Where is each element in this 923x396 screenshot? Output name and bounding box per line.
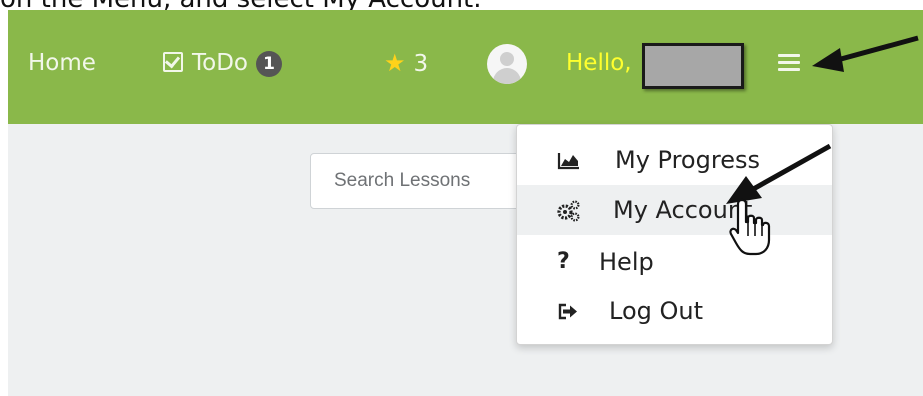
menu-item-log-out[interactable]: Log Out [517,286,832,336]
checkbox-icon [163,52,183,72]
hello-greeting: Hello, [566,50,632,76]
arrow-to-menu-icon [812,35,919,72]
search-lessons-input[interactable]: Search Lessons [310,153,530,209]
nav-todo-link[interactable]: ToDo 1 [163,48,282,78]
todo-count-badge: 1 [256,51,282,77]
question-icon: ? [557,249,570,274]
top-navbar: Home ToDo 1 ★ 3 Hello, [8,10,923,124]
gears-icon [557,200,580,222]
stars-count: 3 [413,51,429,77]
hand-pointer-cursor-icon [729,198,771,256]
avatar-shoulders [493,68,521,84]
nav-stars-link[interactable]: ★ 3 [384,48,428,78]
redacted-username [642,43,744,89]
menu-item-label: Help [599,248,654,276]
nav-todo-label: ToDo [192,50,248,76]
avatar-head [500,52,514,66]
nav-home-link[interactable]: Home [28,48,96,78]
hamburger-menu-icon[interactable] [778,54,800,71]
sign-out-icon [558,303,577,320]
star-icon: ★ [384,49,406,77]
area-chart-icon [557,153,579,170]
user-avatar[interactable] [487,44,527,84]
menu-item-label: Log Out [609,297,704,325]
menu-item-help[interactable]: ? Help [517,237,832,287]
